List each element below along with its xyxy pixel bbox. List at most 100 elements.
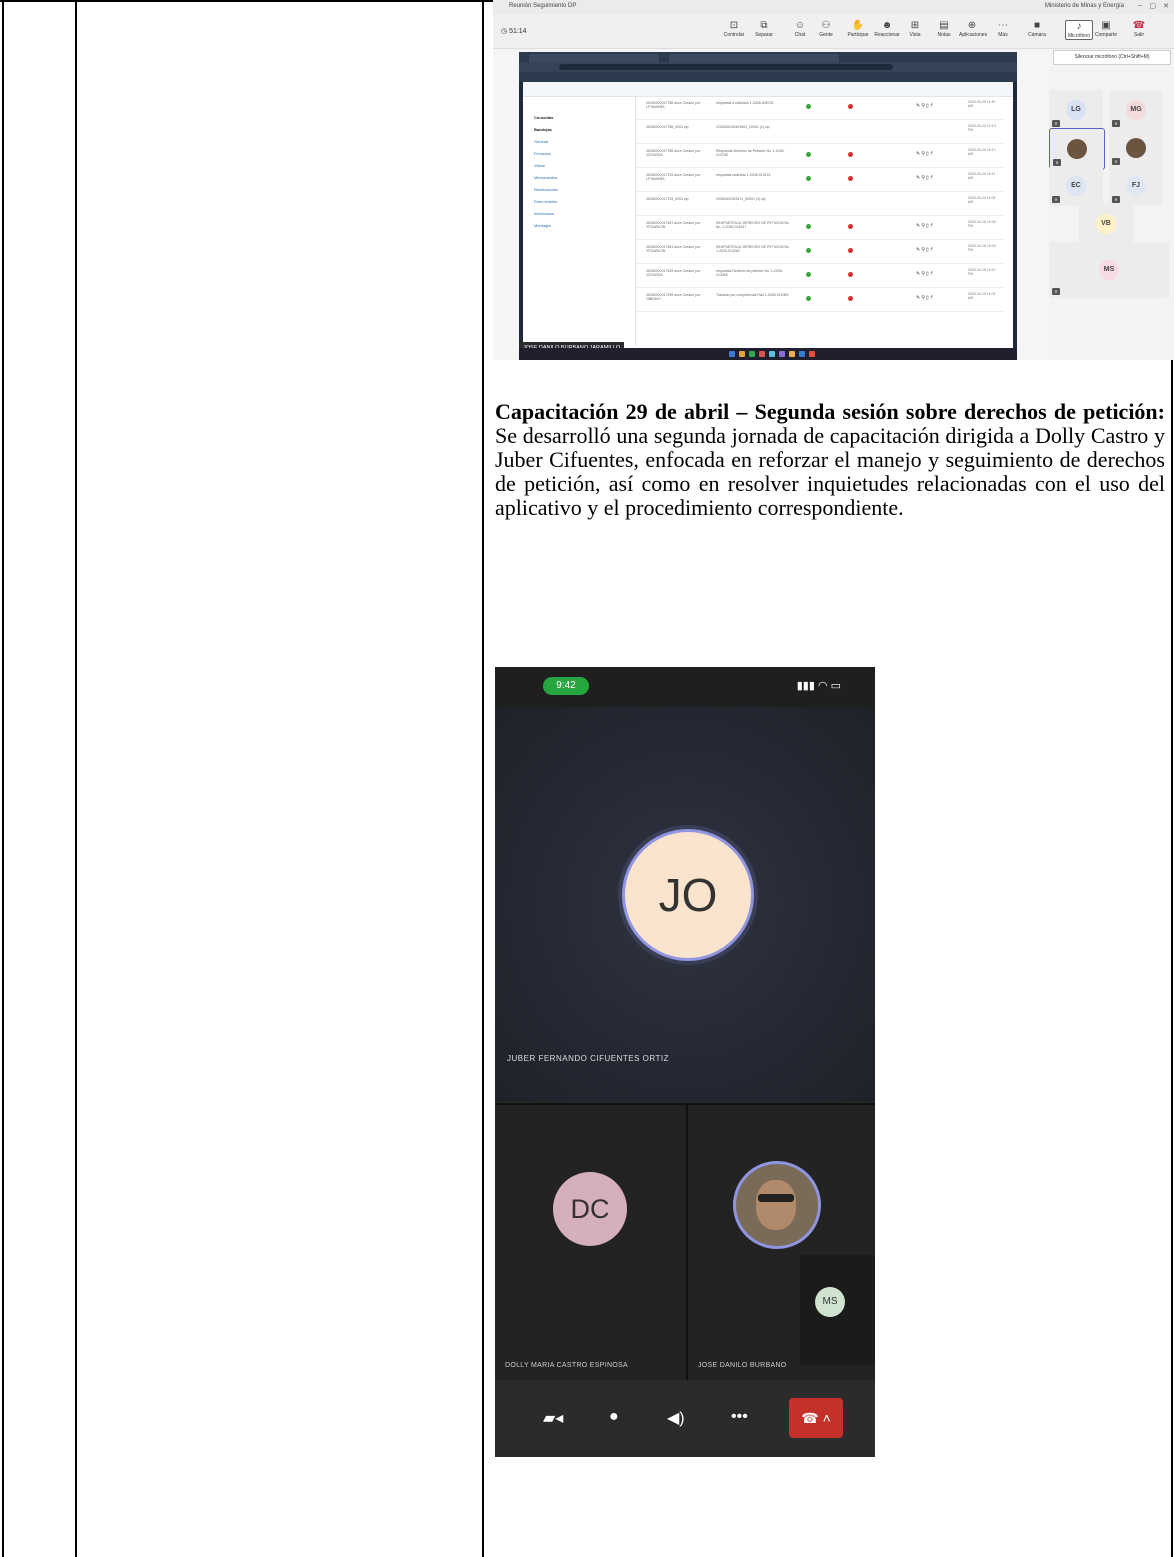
description-cell: respuesta Derecho de petición No. 1-2026… [716,269,783,277]
maximize-icon[interactable]: ▢ [1149,2,1156,10]
notas-button[interactable]: ▤ Notas [931,20,957,38]
side-menu-item[interactable]: Firmados [531,148,615,160]
toolbar-label: Salir [1133,32,1144,38]
table-row[interactable]: 20260200017753.docx Creado por: LPTAMARA… [636,168,1004,192]
aplicaciones-button[interactable]: ⊕ Aplicaciones [959,20,988,38]
taskbar-app-icon[interactable] [729,351,735,357]
participant-tile[interactable]: MG ✕ [1109,90,1163,130]
microphone-tooltip: Silenciar micrófono (Ctrl+Shift+M) [1053,50,1171,65]
participant-tile[interactable]: VB [1079,204,1133,244]
side-menu-item[interactable]: Resoluciones [531,184,615,196]
browser-tab[interactable] [593,54,659,62]
table-row[interactable]: 20260200017361.docx Creado por: YFGARZON… [636,240,1004,264]
leave-call-button[interactable]: ☎ ˄ [789,1398,843,1438]
side-menu-item[interactable]: General [531,136,615,148]
participant-tile-left: DC DOLLY MARIA CASTRO ESPINOSA [495,1103,688,1382]
teams-titlebar: Reunión Seguimiento DP Ministerio de Min… [493,0,1174,14]
toolbar-label: Gente [819,32,833,38]
camera-icon: ■ [1033,20,1041,31]
mic-muted-icon: ✕ [1112,158,1120,165]
table-row[interactable]: 20260200017367.docx Creado por: YFGARZON… [636,216,1004,240]
call-controls: ▰◂ ● ◀) ••• ☎ ˄ [495,1380,875,1457]
microphone-icon[interactable]: ● [609,1408,619,1426]
status-green-dot [806,224,811,229]
side-menu-item[interactable]: Vistos [531,160,615,172]
micrfono-button[interactable]: ♪ Micrófono [1065,20,1093,40]
toolbar-label: Separar [755,32,773,38]
taskbar-app-icon[interactable] [779,351,785,357]
vista-button[interactable]: ⊞ Vista [902,20,928,38]
controlar-button[interactable]: ⊡ Controlar [721,20,747,38]
training-heading: Capacitación 29 de abril – Segunda sesió… [495,399,1165,424]
date-cell: 2026-04-20 11:09 AM [968,196,996,204]
mic-muted-icon: ✕ [1052,288,1060,295]
taskbar-app-icon[interactable] [799,351,805,357]
taskbar-app-icon[interactable] [759,351,765,357]
table-row[interactable]: 20260200017786_0001.zip 1202604200401501_… [636,120,1004,144]
participar-button[interactable]: ✋ Participar [845,20,871,38]
taskbar-app-icon[interactable] [749,351,755,357]
gente-button[interactable]: ⚇ Gente [813,20,839,38]
taskbar-app-icon[interactable] [789,351,795,357]
table-row[interactable]: 20260200017753_0001.zip 20260400319471_00… [636,192,1004,216]
row-actions-icon[interactable]: ✎⚲▯⇡ [916,271,935,277]
minimize-icon[interactable]: – [1138,2,1142,9]
taskbar-app-icon[interactable] [809,351,815,357]
url-input[interactable] [559,64,893,70]
salir-button[interactable]: ☎ Salir [1126,20,1152,38]
side-menu-item[interactable]: Memorandos [531,172,615,184]
side-menu-item[interactable]: Informados [531,208,615,220]
signal-wifi-battery-icon: ▮▮▮ ◠ ▭ [796,680,841,692]
camera-off-icon[interactable]: ▰◂ [543,1408,563,1428]
taskbar-app-icon[interactable] [739,351,745,357]
browser-tab[interactable] [669,54,755,62]
participant-tile[interactable]: ✕ [1109,128,1163,168]
participant-tile[interactable]: EC ✕ [1049,166,1103,206]
date-cell: 2026-04-16 10:30 PM [968,220,996,228]
cmara-button[interactable]: ■ Cámara [1024,20,1050,38]
description-cell: respuesta a radicado 1-2026-008732 [716,101,774,105]
reaccionar-button[interactable]: ☻ Reaccionar [874,20,900,38]
toolbar-label: Aplicaciones [959,32,988,38]
control-icon: ⊡ [729,20,739,31]
participant-avatar [1126,138,1146,158]
side-menu-item[interactable]: Mensajes [531,220,615,232]
participant-tile[interactable]: MS ✕ [1049,242,1169,298]
participant-tile[interactable]: ✕ [1049,128,1105,170]
side-menu-item[interactable]: Bandejas [531,124,615,136]
speaker-icon[interactable]: ◀) [667,1408,685,1428]
participant-tile[interactable]: FJ ✕ [1109,166,1163,206]
date-cell: 2026-04-16 12:07 PM [968,268,996,276]
date-cell: 2026-04-20 11:30 AM [968,100,996,108]
side-menu-item[interactable]: Consultas [531,112,615,124]
participants-rail: LG ✕ MG ✕ ✕ ✕ EC ✕ FJ ✕ VB MS ✕ [1049,66,1174,360]
table-row[interactable]: 20260200017780.docx Creado por: JCRUEDA R… [636,144,1004,168]
browser-tab[interactable] [529,54,595,62]
ms-button[interactable]: ⋯ Más [990,20,1016,38]
separar-button[interactable]: ⧉ Separar [751,20,777,38]
side-menu-item[interactable]: Para revisión [531,196,615,208]
chat-button[interactable]: ☺ Chat [787,20,813,38]
doc-cell: 20260200017786.docx Creado por: LPTAMARA [646,101,702,109]
row-actions-icon[interactable]: ✎⚲▯⇡ [916,175,935,181]
table-row[interactable]: 20260200017786.docx Creado por: LPTAMARA… [636,96,1004,120]
comparte-button[interactable]: ▣ Comparte [1093,20,1119,38]
taskbar-app-icon[interactable] [769,351,775,357]
row-actions-icon[interactable]: ✎⚲▯⇡ [916,151,935,157]
doc-cell: 20260200017786_0001.zip [646,125,689,129]
table-row[interactable]: 20260200017349.docx Creado por: JCRUEDA r… [636,264,1004,288]
status-red-dot [848,104,853,109]
row-actions-icon[interactable]: ✎⚲▯⇡ [916,223,935,229]
table-row[interactable]: 20260200017299.docx Creado por: OBRAVO Tr… [636,288,1004,312]
more-options-icon[interactable]: ••• [731,1408,748,1426]
organization-label: Ministerio de Minas y Energía [1044,3,1124,9]
row-actions-icon[interactable]: ✎⚲▯⇡ [916,247,935,253]
row-actions-icon[interactable]: ✎⚲▯⇡ [916,103,935,109]
participant-avatar: EC [1066,176,1086,196]
participant-tile[interactable]: LG ✕ [1049,90,1103,130]
close-icon[interactable]: ✕ [1163,2,1169,10]
row-actions-icon[interactable]: ✎⚲▯⇡ [916,295,935,301]
browser-tab[interactable] [753,54,839,62]
toolbar-label: Participar [847,32,869,38]
shared-screen: Consultas Bandejas General Firmados Vistos Me… [519,52,1017,360]
